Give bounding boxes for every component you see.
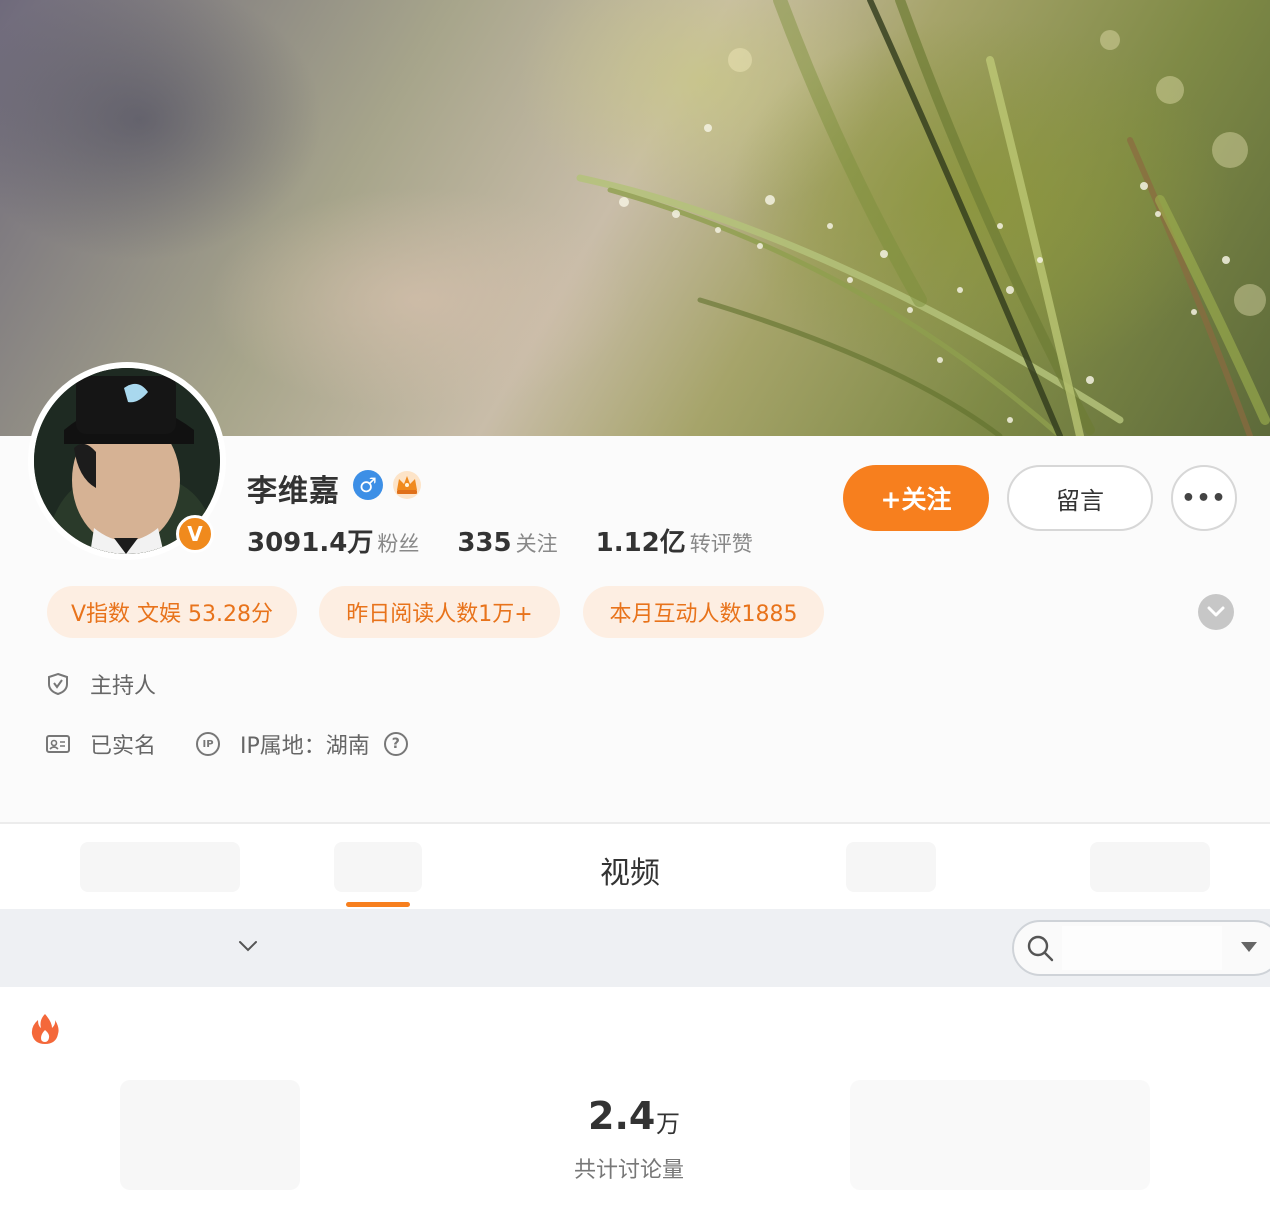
profile-stats: 3091.4万 粉丝 335 关注 1.12亿 转评赞: [247, 522, 753, 559]
help-icon[interactable]: ?: [383, 732, 408, 756]
stat-label: 转评赞: [689, 532, 753, 556]
tab-placeholder[interactable]: [846, 842, 936, 892]
blurred-card: [850, 1080, 1150, 1190]
stat-value: 1.12亿: [595, 528, 686, 558]
gender-male-icon: ♂: [353, 470, 383, 500]
tab-active-indicator: [346, 902, 410, 907]
more-button[interactable]: •••: [1171, 465, 1237, 531]
verified-badge: V: [176, 515, 214, 553]
stat-value: 335: [457, 528, 512, 558]
search-input[interactable]: [1062, 926, 1222, 970]
stat-followers[interactable]: 3091.4万 粉丝: [247, 522, 419, 559]
message-button[interactable]: 留言: [1007, 465, 1153, 531]
tag-v-index[interactable]: V指数 文娱 53.28分: [47, 586, 297, 638]
fire-icon: [30, 1012, 60, 1046]
stat-value: 3091.4万: [247, 528, 374, 558]
blurred-card: [120, 1080, 300, 1190]
profile-page: V 李维嘉 ♂ 3091.4万 粉丝 335 关注 1.12亿 转评赞 +关注 …: [0, 0, 1270, 1232]
profile-name: 李维嘉: [247, 474, 340, 509]
id-card-icon: [46, 732, 70, 756]
shield-check-icon: [46, 672, 70, 696]
stat-interactions[interactable]: 1.12亿 转评赞: [596, 522, 753, 559]
ip-location-text: IP属地：湖南: [240, 734, 370, 759]
crown-icon: [391, 468, 423, 500]
tab-video[interactable]: 视频: [600, 848, 660, 892]
expand-chevron-icon[interactable]: [1198, 594, 1234, 630]
tab-placeholder[interactable]: [1090, 842, 1210, 892]
chevron-down-icon[interactable]: [237, 935, 259, 957]
stat-label: 粉丝: [377, 532, 420, 556]
info-realname-ip: 已实名 IP IP属地：湖南 ?: [46, 728, 408, 760]
follow-button[interactable]: +关注: [843, 465, 989, 531]
caret-down-icon[interactable]: [1238, 938, 1260, 956]
discussion-label: 共计讨论量: [574, 1158, 685, 1183]
realname-text: 已实名: [90, 734, 157, 759]
stat-label: 关注: [515, 532, 558, 556]
tab-placeholder[interactable]: [334, 842, 422, 892]
occupation-text: 主持人: [90, 674, 157, 699]
stat-following[interactable]: 335 关注: [457, 528, 557, 558]
tag-monthly-interactions[interactable]: 本月互动人数1885: [583, 586, 824, 638]
tag-yesterday-readers[interactable]: 昨日阅读人数1万+: [319, 586, 560, 638]
tab-placeholder[interactable]: [80, 842, 240, 892]
discussion-count: 2.4: [588, 1094, 656, 1138]
ip-icon: IP: [196, 732, 221, 756]
search-icon[interactable]: [1026, 934, 1054, 962]
info-occupation: 主持人: [46, 668, 156, 700]
discussion-unit: 万: [656, 1110, 680, 1138]
